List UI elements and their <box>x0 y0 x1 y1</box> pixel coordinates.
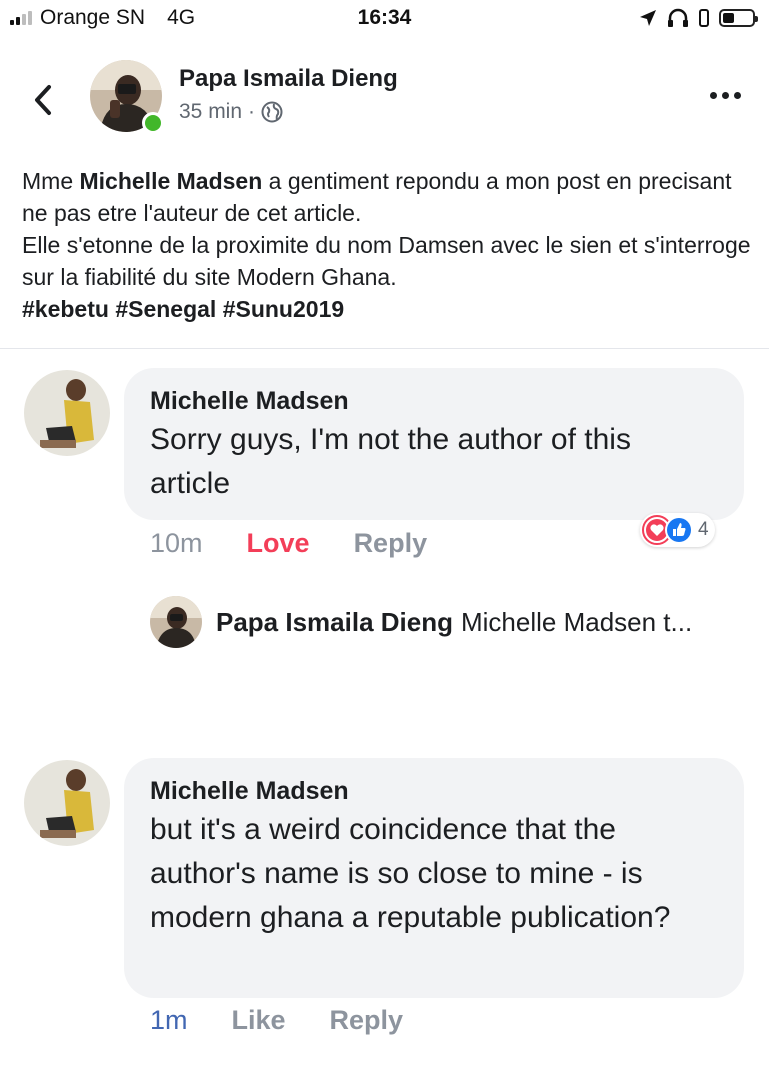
commenter-avatar[interactable] <box>24 760 110 846</box>
dot <box>710 92 717 99</box>
reply-author-avatar[interactable] <box>150 596 202 648</box>
reaction-count: 4 <box>698 519 709 540</box>
post-time[interactable]: 35 min <box>179 100 242 124</box>
comment-actions: 10m Love Reply <box>150 528 427 559</box>
reply-preview-text: Papa Ismaila Dieng Michelle Madsen t... <box>216 607 692 638</box>
comment-actions: 1m Like Reply <box>150 1005 403 1036</box>
comment-bubble[interactable]: Michelle Madsen but it's a weird coincid… <box>124 758 744 998</box>
comment-text: but it's a weird coincidence that the au… <box>150 813 671 934</box>
chevron-left-icon <box>35 85 51 115</box>
post-text-prefix: Mme <box>22 168 80 194</box>
comment-text: Sorry guys, I'm not the author of this a… <box>150 423 631 500</box>
comment-time[interactable]: 1m <box>150 1005 188 1036</box>
post-meta: 35 min · <box>179 100 283 124</box>
online-status-dot <box>142 112 164 134</box>
more-options-button[interactable] <box>710 92 741 99</box>
reply-author[interactable]: Papa Ismaila Dieng <box>216 607 453 637</box>
post-mention[interactable]: Michelle Madsen <box>80 168 263 194</box>
dot <box>734 92 741 99</box>
comment-time[interactable]: 10m <box>150 528 203 559</box>
comment-bubble[interactable]: Michelle Madsen Sorry guys, I'm not the … <box>124 368 744 520</box>
reply-snippet: Michelle Madsen t... <box>460 606 693 637</box>
comment-author[interactable]: Michelle Madsen <box>150 776 718 806</box>
reply-button[interactable]: Reply <box>354 528 428 559</box>
meta-separator: · <box>248 100 256 123</box>
like-button[interactable]: Like <box>232 1005 286 1036</box>
post-paragraph-2: Elle s'etonne de la proximite du nom Dam… <box>22 232 751 290</box>
globe-icon <box>261 101 283 123</box>
post-paragraph-1: Mme Michelle Madsen a gentiment repondu … <box>22 165 752 229</box>
author-avatar[interactable] <box>90 60 164 134</box>
battery-icon <box>719 9 758 27</box>
reply-preview[interactable]: Papa Ismaila Dieng Michelle Madsen t... <box>150 596 692 648</box>
orientation-lock-icon <box>699 9 709 27</box>
reply-button[interactable]: Reply <box>330 1005 404 1036</box>
location-arrow-icon <box>640 10 656 26</box>
post-body: Mme Michelle Madsen a gentiment repondu … <box>22 165 752 325</box>
post-hashtags[interactable]: #kebetu #Senegal #Sunu2019 <box>22 293 752 325</box>
status-right <box>639 8 758 28</box>
reaction-summary[interactable]: 4 <box>640 513 715 547</box>
like-reaction-icon <box>665 516 693 544</box>
love-button[interactable]: Love <box>247 528 310 559</box>
back-button[interactable] <box>28 82 58 118</box>
dot <box>722 92 729 99</box>
status-bar: Orange SN 4G 16:34 <box>0 0 769 40</box>
headphones-icon <box>668 8 688 27</box>
divider <box>0 348 769 349</box>
post-author-name[interactable]: Papa Ismaila Dieng <box>179 65 398 93</box>
commenter-avatar[interactable] <box>24 370 110 456</box>
comment-author[interactable]: Michelle Madsen <box>150 386 718 416</box>
